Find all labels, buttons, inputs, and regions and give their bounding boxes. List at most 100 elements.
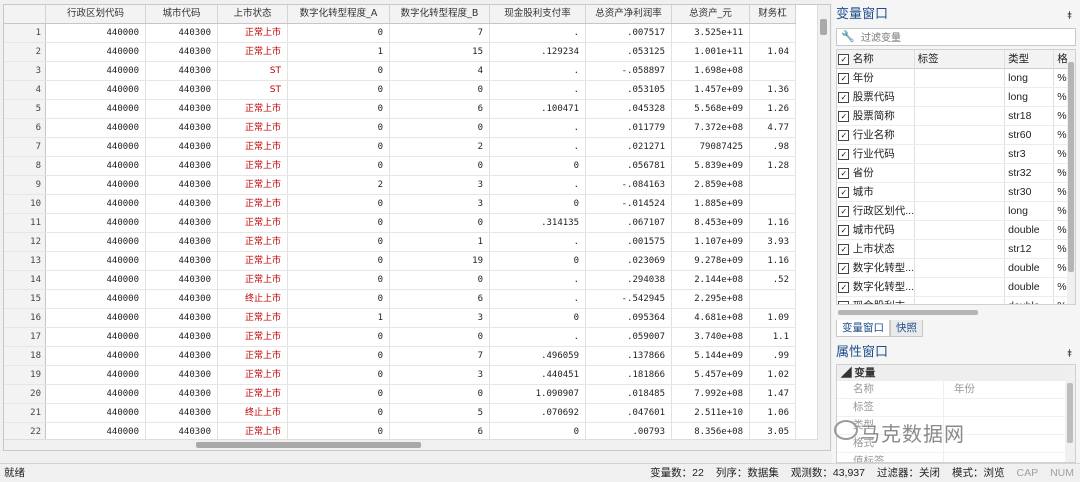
data-cell[interactable]: 1.001e+11: [672, 43, 750, 61]
variable-row[interactable]: ✓ 上市状态 str12%: [837, 240, 1075, 259]
pin-icon[interactable]: ⯒: [1067, 345, 1072, 364]
row-number[interactable]: 5: [4, 100, 46, 118]
data-cell[interactable]: .047601: [586, 404, 672, 422]
data-cell[interactable]: 440300: [146, 271, 218, 289]
wrench-icon[interactable]: 🔧: [841, 30, 855, 43]
data-cell[interactable]: 440300: [146, 24, 218, 42]
column-header[interactable]: 数字化转型程度_B: [390, 5, 490, 23]
grid-vertical-scrollbar[interactable]: [817, 5, 830, 450]
data-cell[interactable]: 1.47: [750, 385, 796, 403]
data-cell[interactable]: 0: [490, 252, 586, 270]
data-cell[interactable]: 7.992e+08: [672, 385, 750, 403]
data-cell[interactable]: 2: [288, 176, 390, 194]
data-cell[interactable]: 正常上市: [218, 43, 288, 61]
variable-checkbox[interactable]: ✓: [838, 72, 850, 84]
data-cell[interactable]: [750, 195, 796, 213]
data-cell[interactable]: 正常上市: [218, 347, 288, 365]
row-number[interactable]: 2: [4, 43, 46, 61]
column-header[interactable]: 现金股利支付率: [490, 5, 586, 23]
data-cell[interactable]: 0: [390, 271, 490, 289]
filter-variables-input[interactable]: [859, 30, 1073, 46]
data-cell[interactable]: .095364: [586, 309, 672, 327]
data-cell[interactable]: 3.525e+11: [672, 24, 750, 42]
table-row[interactable]: 6 440000 440300 正常上市 0 0. .011779 7.372e+08 4.77: [4, 119, 796, 138]
data-cell[interactable]: 0: [288, 138, 390, 156]
column-header[interactable]: 数字化转型程度_A: [288, 5, 390, 23]
data-cell[interactable]: 440000: [46, 290, 146, 308]
variable-checkbox[interactable]: ✓: [838, 281, 850, 293]
data-cell[interactable]: 1.06: [750, 404, 796, 422]
data-cell[interactable]: .067107: [586, 214, 672, 232]
column-header[interactable]: 总资产净利润率: [586, 5, 672, 23]
data-cell[interactable]: 0: [288, 100, 390, 118]
variable-row[interactable]: ✓ 年份 long%: [837, 69, 1075, 88]
data-cell[interactable]: 正常上市: [218, 100, 288, 118]
table-row[interactable]: 19 440000 440300 正常上市 0 3.440451.181866 5.457e…: [4, 366, 796, 385]
variable-row[interactable]: ✓ 股票代码 long%: [837, 88, 1075, 107]
data-cell[interactable]: 440000: [46, 24, 146, 42]
data-cell[interactable]: 5.568e+09: [672, 100, 750, 118]
data-cell[interactable]: 0: [288, 214, 390, 232]
row-number[interactable]: 18: [4, 347, 46, 365]
row-number[interactable]: 21: [4, 404, 46, 422]
data-cell[interactable]: 440300: [146, 43, 218, 61]
data-cell[interactable]: 440000: [46, 62, 146, 80]
variables-vertical-scrollbar[interactable]: [1067, 50, 1075, 304]
scroll-thumb[interactable]: [196, 442, 421, 448]
data-cell[interactable]: 7: [390, 347, 490, 365]
table-row[interactable]: 16 440000 440300 正常上市 1 3 0.095364 4.681e+08 1.0…: [4, 309, 796, 328]
properties-section-variable[interactable]: ◢ 变量: [837, 365, 1075, 381]
data-cell[interactable]: .011779: [586, 119, 672, 137]
data-cell[interactable]: 5.839e+09: [672, 157, 750, 175]
header-label[interactable]: 标签: [913, 50, 1004, 68]
column-header[interactable]: 行政区划代码: [46, 5, 146, 23]
data-cell[interactable]: -.542945: [586, 290, 672, 308]
data-cell[interactable]: .001575: [586, 233, 672, 251]
table-row[interactable]: 5 440000 440300 正常上市 0 6.100471.045328 5.568e+…: [4, 100, 796, 119]
data-cell[interactable]: 0: [288, 233, 390, 251]
data-cell[interactable]: 1.16: [750, 214, 796, 232]
row-number[interactable]: 15: [4, 290, 46, 308]
data-cell[interactable]: -.058897: [586, 62, 672, 80]
variable-checkbox[interactable]: ✓: [838, 186, 850, 198]
data-cell[interactable]: .: [490, 24, 586, 42]
data-cell[interactable]: .: [490, 138, 586, 156]
data-cell[interactable]: .018485: [586, 385, 672, 403]
data-cell[interactable]: .496059: [490, 347, 586, 365]
data-cell[interactable]: .: [490, 119, 586, 137]
data-cell[interactable]: 0: [288, 119, 390, 137]
variable-checkbox[interactable]: ✓: [838, 110, 850, 122]
data-cell[interactable]: .: [490, 233, 586, 251]
data-cell[interactable]: .181866: [586, 366, 672, 384]
data-cell[interactable]: [750, 176, 796, 194]
column-header[interactable]: 财务杠: [750, 5, 796, 23]
data-cell[interactable]: 440000: [46, 43, 146, 61]
data-cell[interactable]: 3.740e+08: [672, 328, 750, 346]
properties-vertical-scrollbar[interactable]: [1065, 365, 1075, 462]
data-cell[interactable]: .314135: [490, 214, 586, 232]
select-all-checkbox[interactable]: ✓: [838, 53, 850, 65]
data-cell[interactable]: .045328: [586, 100, 672, 118]
data-cell[interactable]: 3: [390, 366, 490, 384]
scroll-thumb[interactable]: [1067, 383, 1073, 443]
variable-row[interactable]: ✓ 行政区划代... long%: [837, 202, 1075, 221]
data-cell[interactable]: 3: [390, 176, 490, 194]
header-type[interactable]: 类型: [1004, 50, 1053, 68]
row-number[interactable]: 7: [4, 138, 46, 156]
data-cell[interactable]: 1.36: [750, 81, 796, 99]
data-cell[interactable]: -.084163: [586, 176, 672, 194]
data-cell[interactable]: 440300: [146, 62, 218, 80]
data-cell[interactable]: 440000: [46, 176, 146, 194]
properties-table[interactable]: ◢ 变量 名称 年份 标签 类型 格式 值标签: [836, 364, 1076, 463]
data-cell[interactable]: 440300: [146, 214, 218, 232]
variable-row[interactable]: ✓ 数字化转型... double%: [837, 259, 1075, 278]
table-row[interactable]: 21 440000 440300 终止上市 0 5.070692.047601 2.511e…: [4, 404, 796, 423]
data-cell[interactable]: 440300: [146, 366, 218, 384]
data-cell[interactable]: 440000: [46, 195, 146, 213]
data-cell[interactable]: 终止上市: [218, 404, 288, 422]
data-cell[interactable]: 0: [390, 81, 490, 99]
data-cell[interactable]: .98: [750, 138, 796, 156]
data-cell[interactable]: 0: [288, 404, 390, 422]
data-cell[interactable]: 440300: [146, 81, 218, 99]
data-cell[interactable]: [750, 290, 796, 308]
